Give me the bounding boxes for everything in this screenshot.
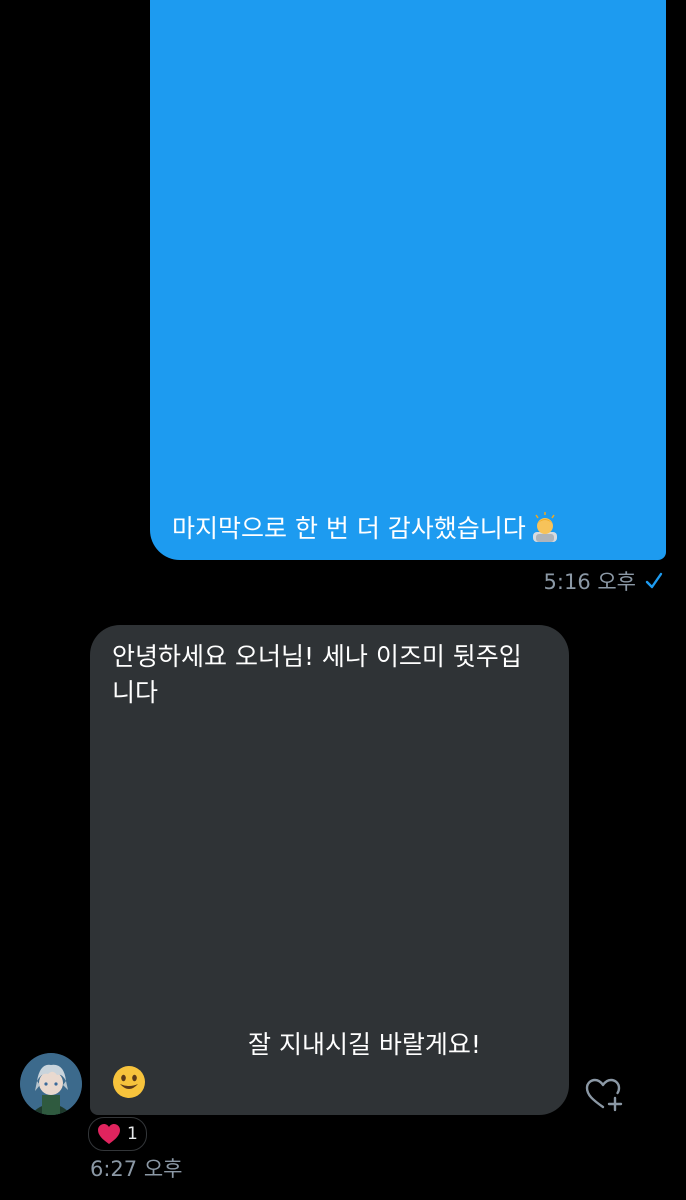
add-reaction-button[interactable]	[583, 1074, 627, 1118]
received-message-bubble[interactable]: 안녕하세요 오너님! 세나 이즈미 뒷주입니다 잘 지내시길 바랄게요!	[90, 625, 569, 1115]
sent-message-time: 5:16 오후	[543, 570, 636, 594]
received-message-closing-text: 잘 지내시길 바랄게요!	[248, 1030, 481, 1059]
red-heart-icon	[98, 1124, 120, 1144]
sent-message-bubble[interactable]: 마지막으로 한 번 더 감사했습니다	[150, 0, 666, 560]
sender-avatar[interactable]	[20, 1053, 82, 1115]
received-message-text: 안녕하세요 오너님! 세나 이즈미 뒷주입니다	[112, 642, 522, 707]
smiling-face-emoji	[113, 1066, 145, 1098]
sent-message-line: 마지막으로 한 번 더 감사했습니다	[172, 512, 560, 546]
sent-message-meta: 5:16 오후	[544, 566, 664, 596]
received-message-time: 6:27 오후	[90, 1157, 183, 1181]
check-icon	[644, 571, 664, 591]
heart-plus-icon	[585, 1078, 623, 1112]
reaction-count: 1	[127, 1124, 138, 1144]
person-bowing-emoji	[532, 512, 557, 542]
sent-message-text: 마지막으로 한 번 더 감사했습니다	[172, 514, 526, 543]
reaction-badge[interactable]: 1	[88, 1117, 147, 1151]
